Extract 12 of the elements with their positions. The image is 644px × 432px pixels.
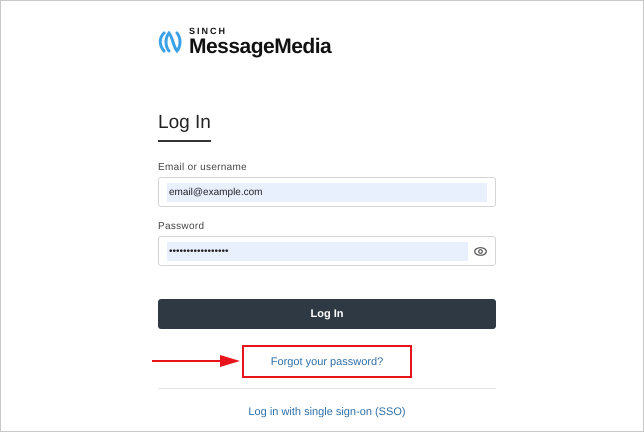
username-field[interactable]: email@example.com (158, 177, 496, 207)
login-button[interactable]: Log In (158, 299, 496, 329)
logo-icon (158, 29, 184, 55)
field-label: Password (158, 221, 206, 232)
field-label: Email or username (158, 162, 248, 173)
page-heading: Log In (158, 112, 211, 142)
eye-icon[interactable] (474, 246, 487, 256)
product-name: MessageMedia (189, 36, 332, 57)
sso-link[interactable]: Log in with single sign-on (SSO) (248, 406, 406, 418)
brand-name: SINCH (189, 27, 228, 36)
forgot-password-link[interactable]: Forgot your password? (242, 345, 412, 378)
password-field[interactable]: ••••••••••••••••• (158, 236, 496, 266)
